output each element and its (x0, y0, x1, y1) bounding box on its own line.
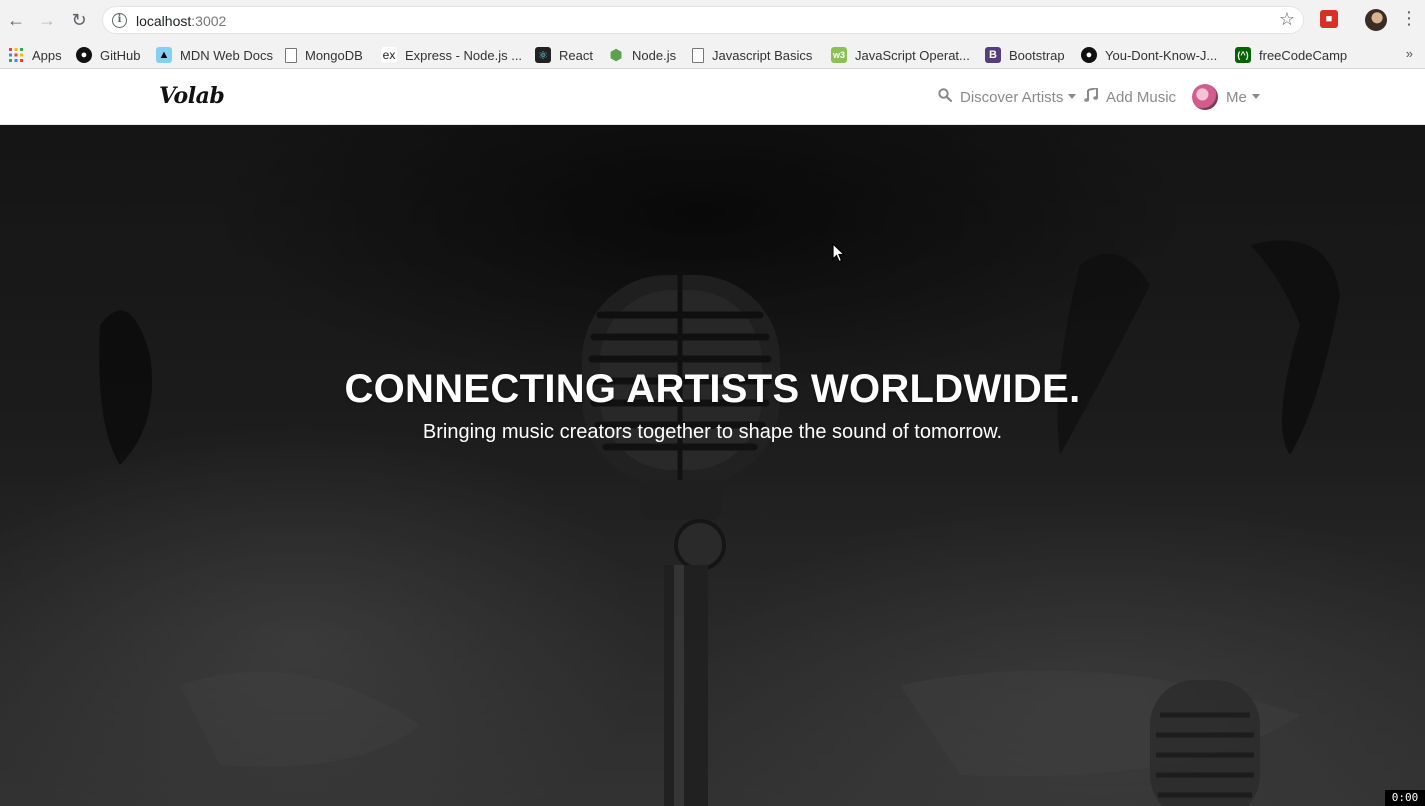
bookmarks-bar: Apps ● GitHub ▲ MDN Web Docs MongoDB ex … (0, 40, 1425, 69)
me-label: Me (1226, 88, 1247, 106)
app-navbar: Volab Discover Artists Add Music Me (0, 69, 1425, 125)
bookmark-nodejs[interactable]: ⬢ Node.js (608, 44, 676, 66)
add-music-label: Add Music (1106, 88, 1177, 106)
discover-artists-label: Discover Artists (960, 88, 1064, 106)
page-icon (692, 47, 704, 63)
address-bar[interactable]: i localhost:3002 ☆ (102, 6, 1304, 34)
profile-avatar[interactable] (1365, 9, 1387, 31)
add-music-link[interactable]: Add Music (1084, 86, 1177, 107)
browser-toolbar: ← → ↻ i localhost:3002 ☆ ■ ⋮ (0, 0, 1425, 40)
bootstrap-icon: B (985, 47, 1001, 63)
chevron-down-icon (1068, 93, 1077, 99)
recording-timer: 0:00 (1385, 790, 1425, 806)
browser-menu-icon[interactable]: ⋮ (1400, 8, 1418, 29)
bookmark-react[interactable]: ⚛ React (535, 44, 593, 66)
bookmarks-overflow-button[interactable]: » (1406, 46, 1413, 61)
forward-button[interactable]: → (35, 8, 59, 32)
page-icon (285, 47, 297, 63)
bookmark-freecodecamp[interactable]: (^) freeCodeCamp (1235, 44, 1347, 66)
bookmark-star-icon[interactable]: ☆ (1279, 9, 1295, 30)
chevron-down-icon (1251, 93, 1260, 99)
bookmark-bootstrap[interactable]: B Bootstrap (985, 44, 1065, 66)
me-dropdown[interactable]: Me (1192, 84, 1260, 110)
mouse-cursor-icon (832, 243, 846, 263)
hero-text-block: CONNECTING ARTISTS WORLDWIDE. Bringing m… (0, 363, 1425, 445)
music-note-icon (1084, 86, 1098, 106)
bookmark-javascript-operators[interactable]: w3 JavaScript Operat... (831, 44, 970, 66)
mdn-icon: ▲ (156, 47, 172, 63)
hero-subtitle: Bringing music creators together to shap… (422, 421, 1003, 443)
express-icon: ex (381, 47, 397, 63)
user-avatar (1192, 84, 1218, 110)
reload-button[interactable]: ↻ (67, 8, 91, 32)
w3-icon: w3 (831, 47, 847, 63)
hero-background-image (0, 125, 1425, 806)
search-icon (938, 88, 953, 106)
back-button[interactable]: ← (4, 8, 28, 32)
bookmark-javascript-basics[interactable]: Javascript Basics (692, 44, 812, 66)
github-icon: ● (76, 47, 92, 63)
bookmark-you-dont-know-js[interactable]: ● You-Dont-Know-J... (1081, 44, 1217, 66)
hero-title: CONNECTING ARTISTS WORLDWIDE. (344, 367, 1081, 411)
hero-section: CONNECTING ARTISTS WORLDWIDE. Bringing m… (0, 125, 1425, 806)
react-icon: ⚛ (535, 47, 551, 63)
url-text: localhost:3002 (136, 13, 227, 29)
bookmark-mongodb[interactable]: MongoDB (285, 44, 363, 66)
bookmark-apps[interactable]: Apps (8, 44, 62, 66)
github-icon: ● (1081, 47, 1097, 63)
bookmark-express[interactable]: ex Express - Node.js ... (381, 44, 522, 66)
apps-grid-icon (8, 47, 24, 63)
extension-icon[interactable]: ■ (1320, 10, 1338, 28)
bookmark-github[interactable]: ● GitHub (76, 44, 140, 66)
site-info-icon[interactable]: i (112, 13, 127, 28)
freecodecamp-icon: (^) (1235, 47, 1251, 63)
discover-artists-dropdown[interactable]: Discover Artists (938, 87, 1077, 107)
brand-logo[interactable]: Volab (159, 83, 225, 109)
bookmark-mdn[interactable]: ▲ MDN Web Docs (156, 44, 273, 66)
nodejs-icon: ⬢ (609, 47, 623, 64)
